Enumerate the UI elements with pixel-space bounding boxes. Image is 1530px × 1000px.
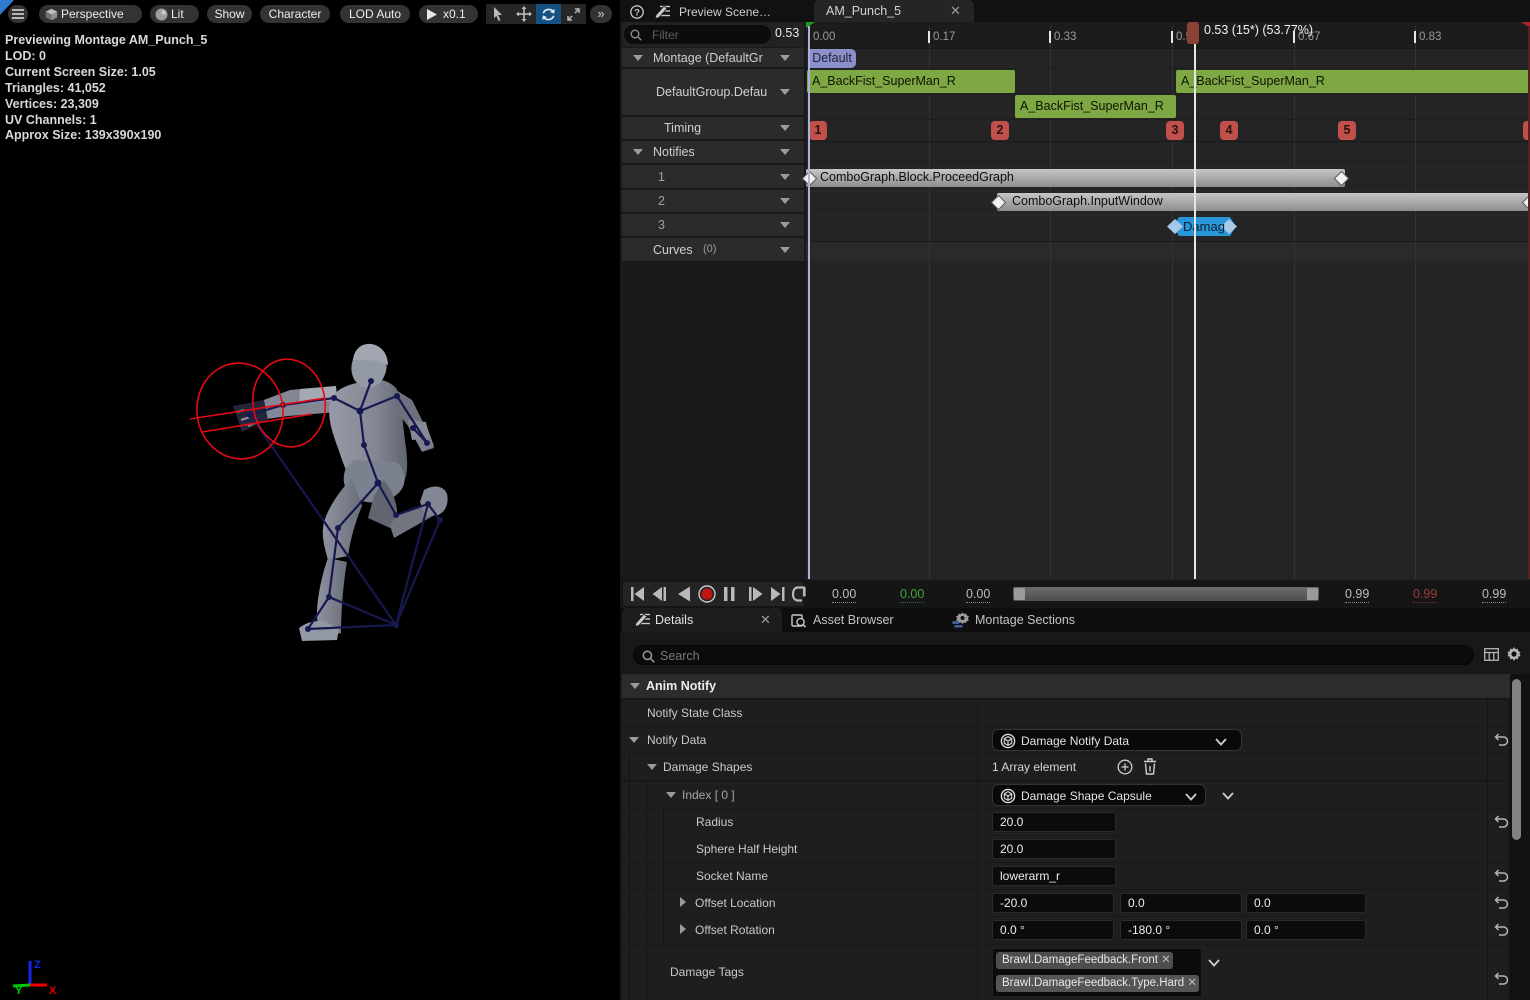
svg-text:Y: Y (15, 985, 23, 996)
svg-text:X: X (49, 985, 57, 996)
svg-text:Damag: Damag (1183, 219, 1225, 234)
svg-text:?: ? (634, 8, 640, 19)
svg-text:Z: Z (34, 959, 41, 971)
